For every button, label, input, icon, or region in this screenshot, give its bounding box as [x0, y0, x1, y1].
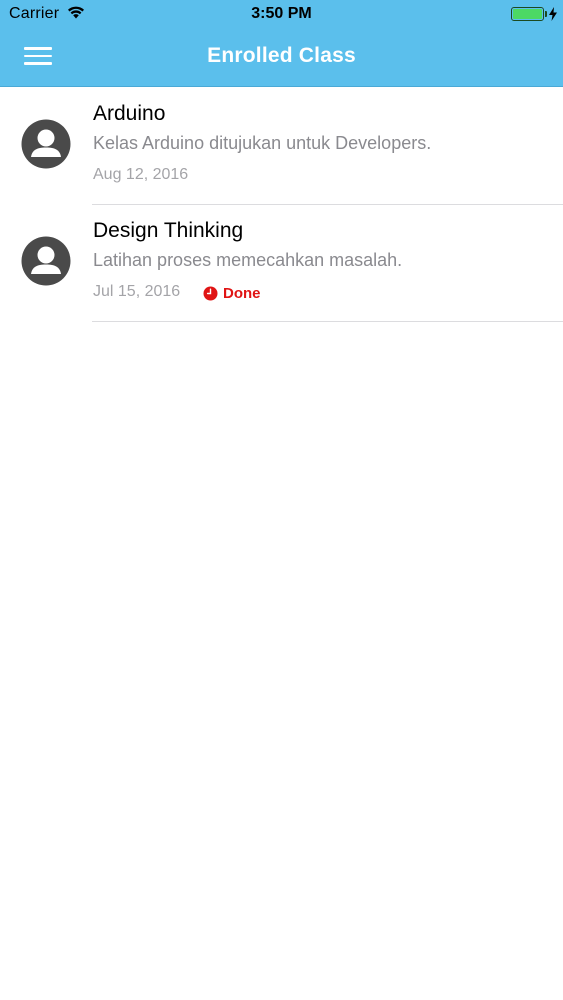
class-list-item[interactable]: Arduino Kelas Arduino ditujukan untuk De… [0, 88, 563, 205]
charging-bolt-icon [549, 7, 557, 21]
class-date: Jul 15, 2016 [93, 283, 181, 300]
class-list-item[interactable]: Design Thinking Latihan proses memecahka… [0, 205, 563, 322]
status-badge: Done [203, 284, 261, 302]
battery-icon [511, 7, 544, 21]
class-description: Kelas Arduino ditujukan untuk Developers… [93, 133, 432, 153]
clock-icon [203, 286, 218, 300]
battery-cap [545, 11, 547, 17]
status-time: 3:50 PM [251, 5, 312, 22]
enrolled-class-list: Arduino Kelas Arduino ditujukan untuk De… [0, 88, 563, 322]
user-avatar-icon [21, 236, 71, 286]
list-divider [92, 321, 563, 322]
page-title: Enrolled Class [207, 44, 356, 67]
class-title: Arduino [93, 102, 166, 125]
battery-level [513, 9, 542, 19]
status-bar: Carrier 3:50 PM [0, 0, 563, 28]
app-header: Carrier 3:50 PM Enrolled Class [0, 0, 563, 87]
status-label: Done [223, 284, 261, 302]
class-description: Latihan proses memecahkan masalah. [93, 250, 403, 270]
class-title: Design Thinking [93, 219, 244, 242]
user-avatar-icon [21, 119, 71, 169]
class-date: Aug 12, 2016 [93, 166, 189, 183]
